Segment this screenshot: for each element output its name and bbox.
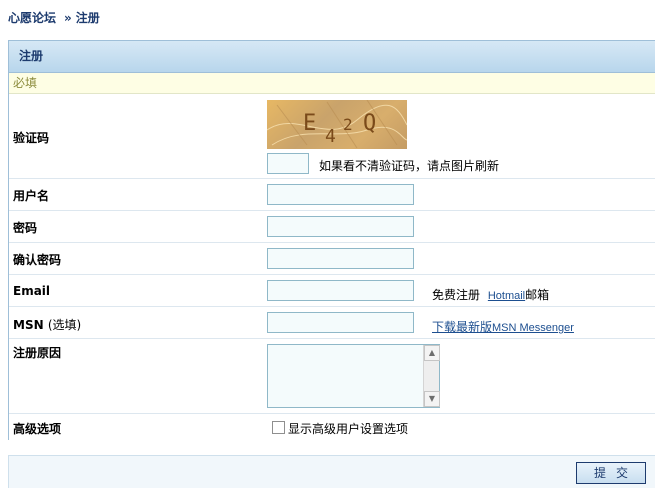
msn-input[interactable]	[267, 312, 414, 333]
captcha-input[interactable]	[267, 153, 309, 174]
hotmail-link[interactable]: Hotmail	[488, 290, 525, 302]
email-hint-prefix: 免费注册	[432, 288, 481, 302]
email-label: Email	[13, 284, 51, 298]
captcha-row: 验证码 E 4 2 Q 如果看不清验证码，请点图片刷新	[9, 95, 655, 179]
advanced-row: 高级选项 显示高级用户设置选项	[9, 414, 655, 441]
panel-title: 注册	[9, 41, 655, 73]
advanced-label: 高级选项	[13, 422, 62, 436]
scroll-up-arrow-icon[interactable]: ▲	[424, 345, 440, 361]
msn-hint[interactable]: 下载最新版MSN Messenger	[432, 318, 574, 335]
required-note: 必填	[9, 73, 655, 94]
register-panel: 注册 必填 验证码 E 4 2 Q 如果看不清验证码，请点图片刷新 用户名 密码…	[8, 40, 655, 440]
reason-label: 注册原因	[13, 346, 62, 360]
password-input[interactable]	[267, 216, 414, 237]
username-row: 用户名	[9, 179, 655, 211]
email-hint-suffix: 邮箱	[525, 288, 550, 302]
email-hint: 免费注册 Hotmail邮箱	[432, 286, 549, 303]
confirm-password-input[interactable]	[267, 248, 414, 269]
msn-label-note: (选填)	[47, 318, 82, 332]
captcha-image-drawing: E 4 2 Q	[267, 100, 407, 149]
msn-messenger-link[interactable]: MSN Messenger	[492, 322, 574, 334]
confirm-password-row: 确认密码	[9, 243, 655, 275]
password-row: 密码	[9, 211, 655, 243]
advanced-options-checkbox[interactable]	[272, 421, 285, 434]
msn-label: MSN (选填)	[13, 316, 81, 333]
username-label: 用户名	[13, 189, 50, 203]
confirm-password-label: 确认密码	[13, 253, 62, 267]
password-label: 密码	[13, 221, 38, 235]
msn-row: MSN (选填) 下载最新版MSN Messenger	[9, 307, 655, 339]
forum-home-link[interactable]: 心愿论坛	[8, 11, 56, 25]
msn-label-text: MSN	[13, 318, 44, 332]
scroll-down-arrow-icon[interactable]: ▼	[424, 391, 440, 407]
reason-row: 注册原因 ▲ ▼	[9, 339, 655, 414]
breadcrumb-separator: »	[64, 11, 72, 25]
breadcrumb-current: 注册	[75, 11, 100, 25]
breadcrumb: 心愿论坛 » 注册	[8, 9, 100, 25]
submit-button[interactable]: 提交	[576, 462, 646, 484]
captcha-label: 验证码	[13, 131, 50, 145]
captcha-char-4: Q	[363, 111, 376, 136]
captcha-char-3: 2	[343, 115, 353, 134]
captcha-image[interactable]: E 4 2 Q	[267, 100, 407, 149]
captcha-char-2: 4	[325, 126, 336, 147]
msn-download-link-prefix[interactable]: 下载最新版	[432, 320, 492, 334]
advanced-checkbox-label[interactable]: 显示高级用户设置选项	[288, 420, 408, 437]
captcha-char-1: E	[303, 111, 316, 136]
email-row: Email 免费注册 Hotmail邮箱	[9, 275, 655, 307]
reason-textarea[interactable]: ▲ ▼	[267, 344, 440, 408]
reason-scrollbar[interactable]: ▲ ▼	[423, 345, 440, 407]
email-input[interactable]	[267, 280, 414, 301]
captcha-hint: 如果看不清验证码，请点图片刷新	[319, 159, 500, 173]
username-input[interactable]	[267, 184, 414, 205]
form-footer: 提交	[8, 455, 655, 488]
